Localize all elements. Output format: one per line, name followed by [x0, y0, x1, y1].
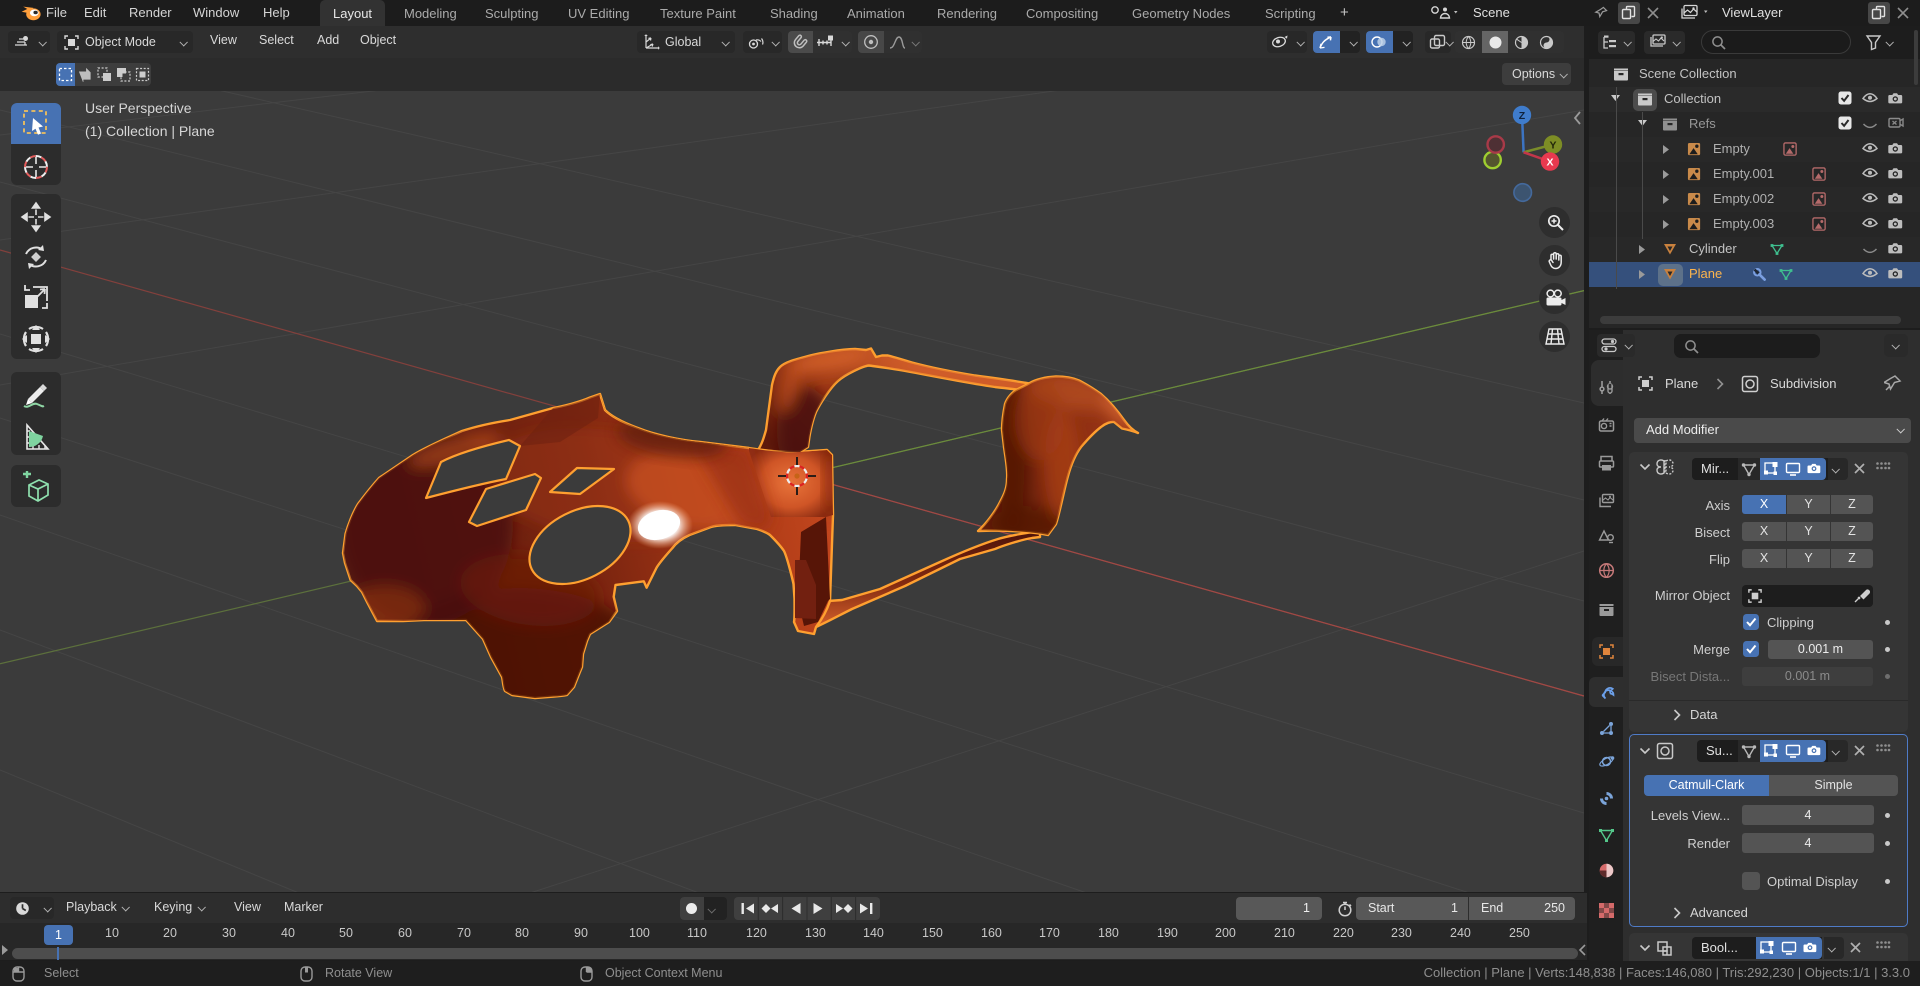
svg-text:X: X [1546, 157, 1553, 169]
svg-text:Z: Z [1519, 110, 1526, 122]
svg-text:Y: Y [1549, 140, 1556, 152]
